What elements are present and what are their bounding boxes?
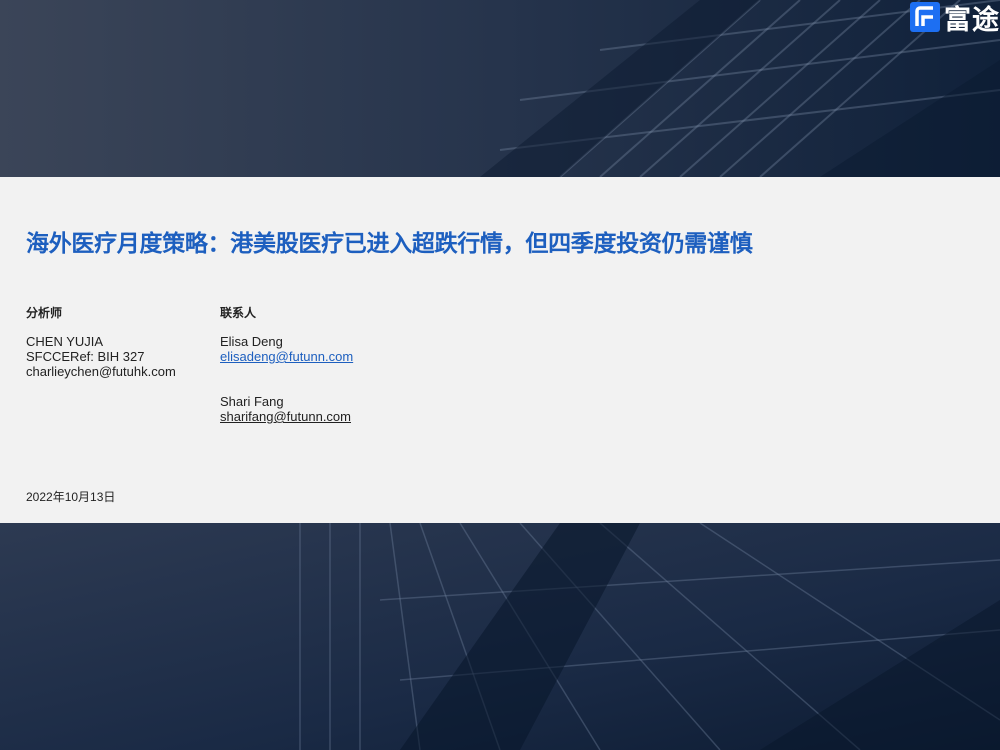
contact-email-link[interactable]: sharifang@futunn.com bbox=[220, 409, 351, 424]
analyst-email[interactable]: charlieychen@futuhk.com bbox=[26, 364, 176, 379]
report-title: 海外医疗月度策略：港美股医疗已进入超跌行情，但四季度投资仍需谨慎 bbox=[26, 231, 753, 257]
contact-name: Shari Fang bbox=[220, 394, 284, 409]
contacts-heading: 联系人 bbox=[220, 306, 257, 320]
logo-text: 富途 bbox=[944, 4, 1000, 36]
analyst-name: CHEN YUJIA bbox=[26, 334, 104, 349]
analyst-heading: 分析师 bbox=[26, 306, 63, 320]
report-date: 2022年10月13日 bbox=[26, 490, 116, 504]
analyst-license: SFCCERef: BIH 327 bbox=[26, 349, 145, 364]
futu-logo: 富途 bbox=[910, 0, 1000, 36]
futu-logo-icon bbox=[910, 2, 940, 32]
contact-email-link[interactable]: elisadeng@futunn.com bbox=[220, 349, 353, 364]
contact-name: Elisa Deng bbox=[220, 334, 283, 349]
